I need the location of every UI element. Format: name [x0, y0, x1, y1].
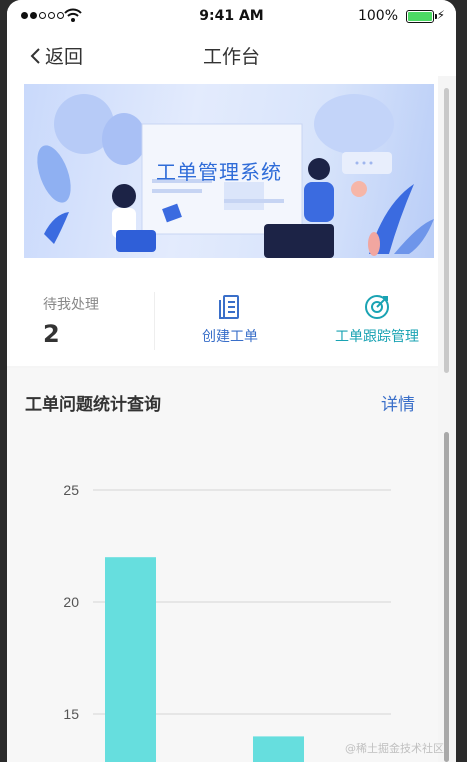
pending-tasks[interactable]: 待我处理 2	[43, 294, 99, 348]
page-title: 工作台	[202, 46, 260, 68]
banner-title: 工单管理系统	[156, 160, 282, 184]
phone-screen: 9:41 AM 100% ⚡ 返回 工作台 工单管理系统 待我处理 2 创建工单…	[7, 0, 456, 762]
y-tick-label: 25	[63, 482, 79, 498]
pending-label: 待我处理	[43, 297, 99, 313]
stats-title: 工单问题统计查询	[25, 395, 161, 415]
status-bar: 9:41 AM 100% ⚡	[7, 0, 456, 32]
charging-icon: ⚡	[436, 8, 445, 22]
main-content[interactable]: 工单管理系统 待我处理 2 创建工单 工单跟踪管理 工单问题统计查询 详情 15…	[7, 76, 456, 762]
battery-percent: 100%	[357, 8, 398, 24]
stats-detail-link[interactable]: 详情	[381, 390, 415, 415]
pending-count: 2	[43, 320, 60, 348]
stats-chart: 15 20 25	[63, 482, 391, 762]
chart-bar[interactable]	[253, 736, 304, 762]
quick-actions: 待我处理 2 创建工单 工单跟踪管理	[7, 258, 438, 366]
create-ticket-label: 创建工单	[202, 329, 258, 345]
nav-bar: 返回 工作台	[7, 32, 456, 76]
y-tick-label: 20	[63, 594, 79, 610]
y-tick-label: 15	[63, 706, 79, 722]
divider	[154, 292, 155, 350]
target-icon	[365, 295, 389, 319]
battery-icon	[406, 10, 437, 23]
watermark: @稀土掘金技术社区	[345, 742, 444, 755]
scrollbar-inner[interactable]	[444, 432, 449, 762]
create-ticket-button[interactable]: 创建工单	[197, 294, 263, 346]
banner-image: 工单管理系统	[24, 84, 434, 258]
chart-bar[interactable]	[105, 557, 156, 762]
track-ticket-label: 工单跟踪管理	[335, 329, 419, 345]
scrollbar[interactable]	[444, 88, 449, 373]
track-ticket-button[interactable]: 工单跟踪管理	[332, 294, 422, 346]
document-icon	[219, 295, 239, 319]
stats-card: 工单问题统计查询 详情 15 20 25	[7, 368, 438, 762]
